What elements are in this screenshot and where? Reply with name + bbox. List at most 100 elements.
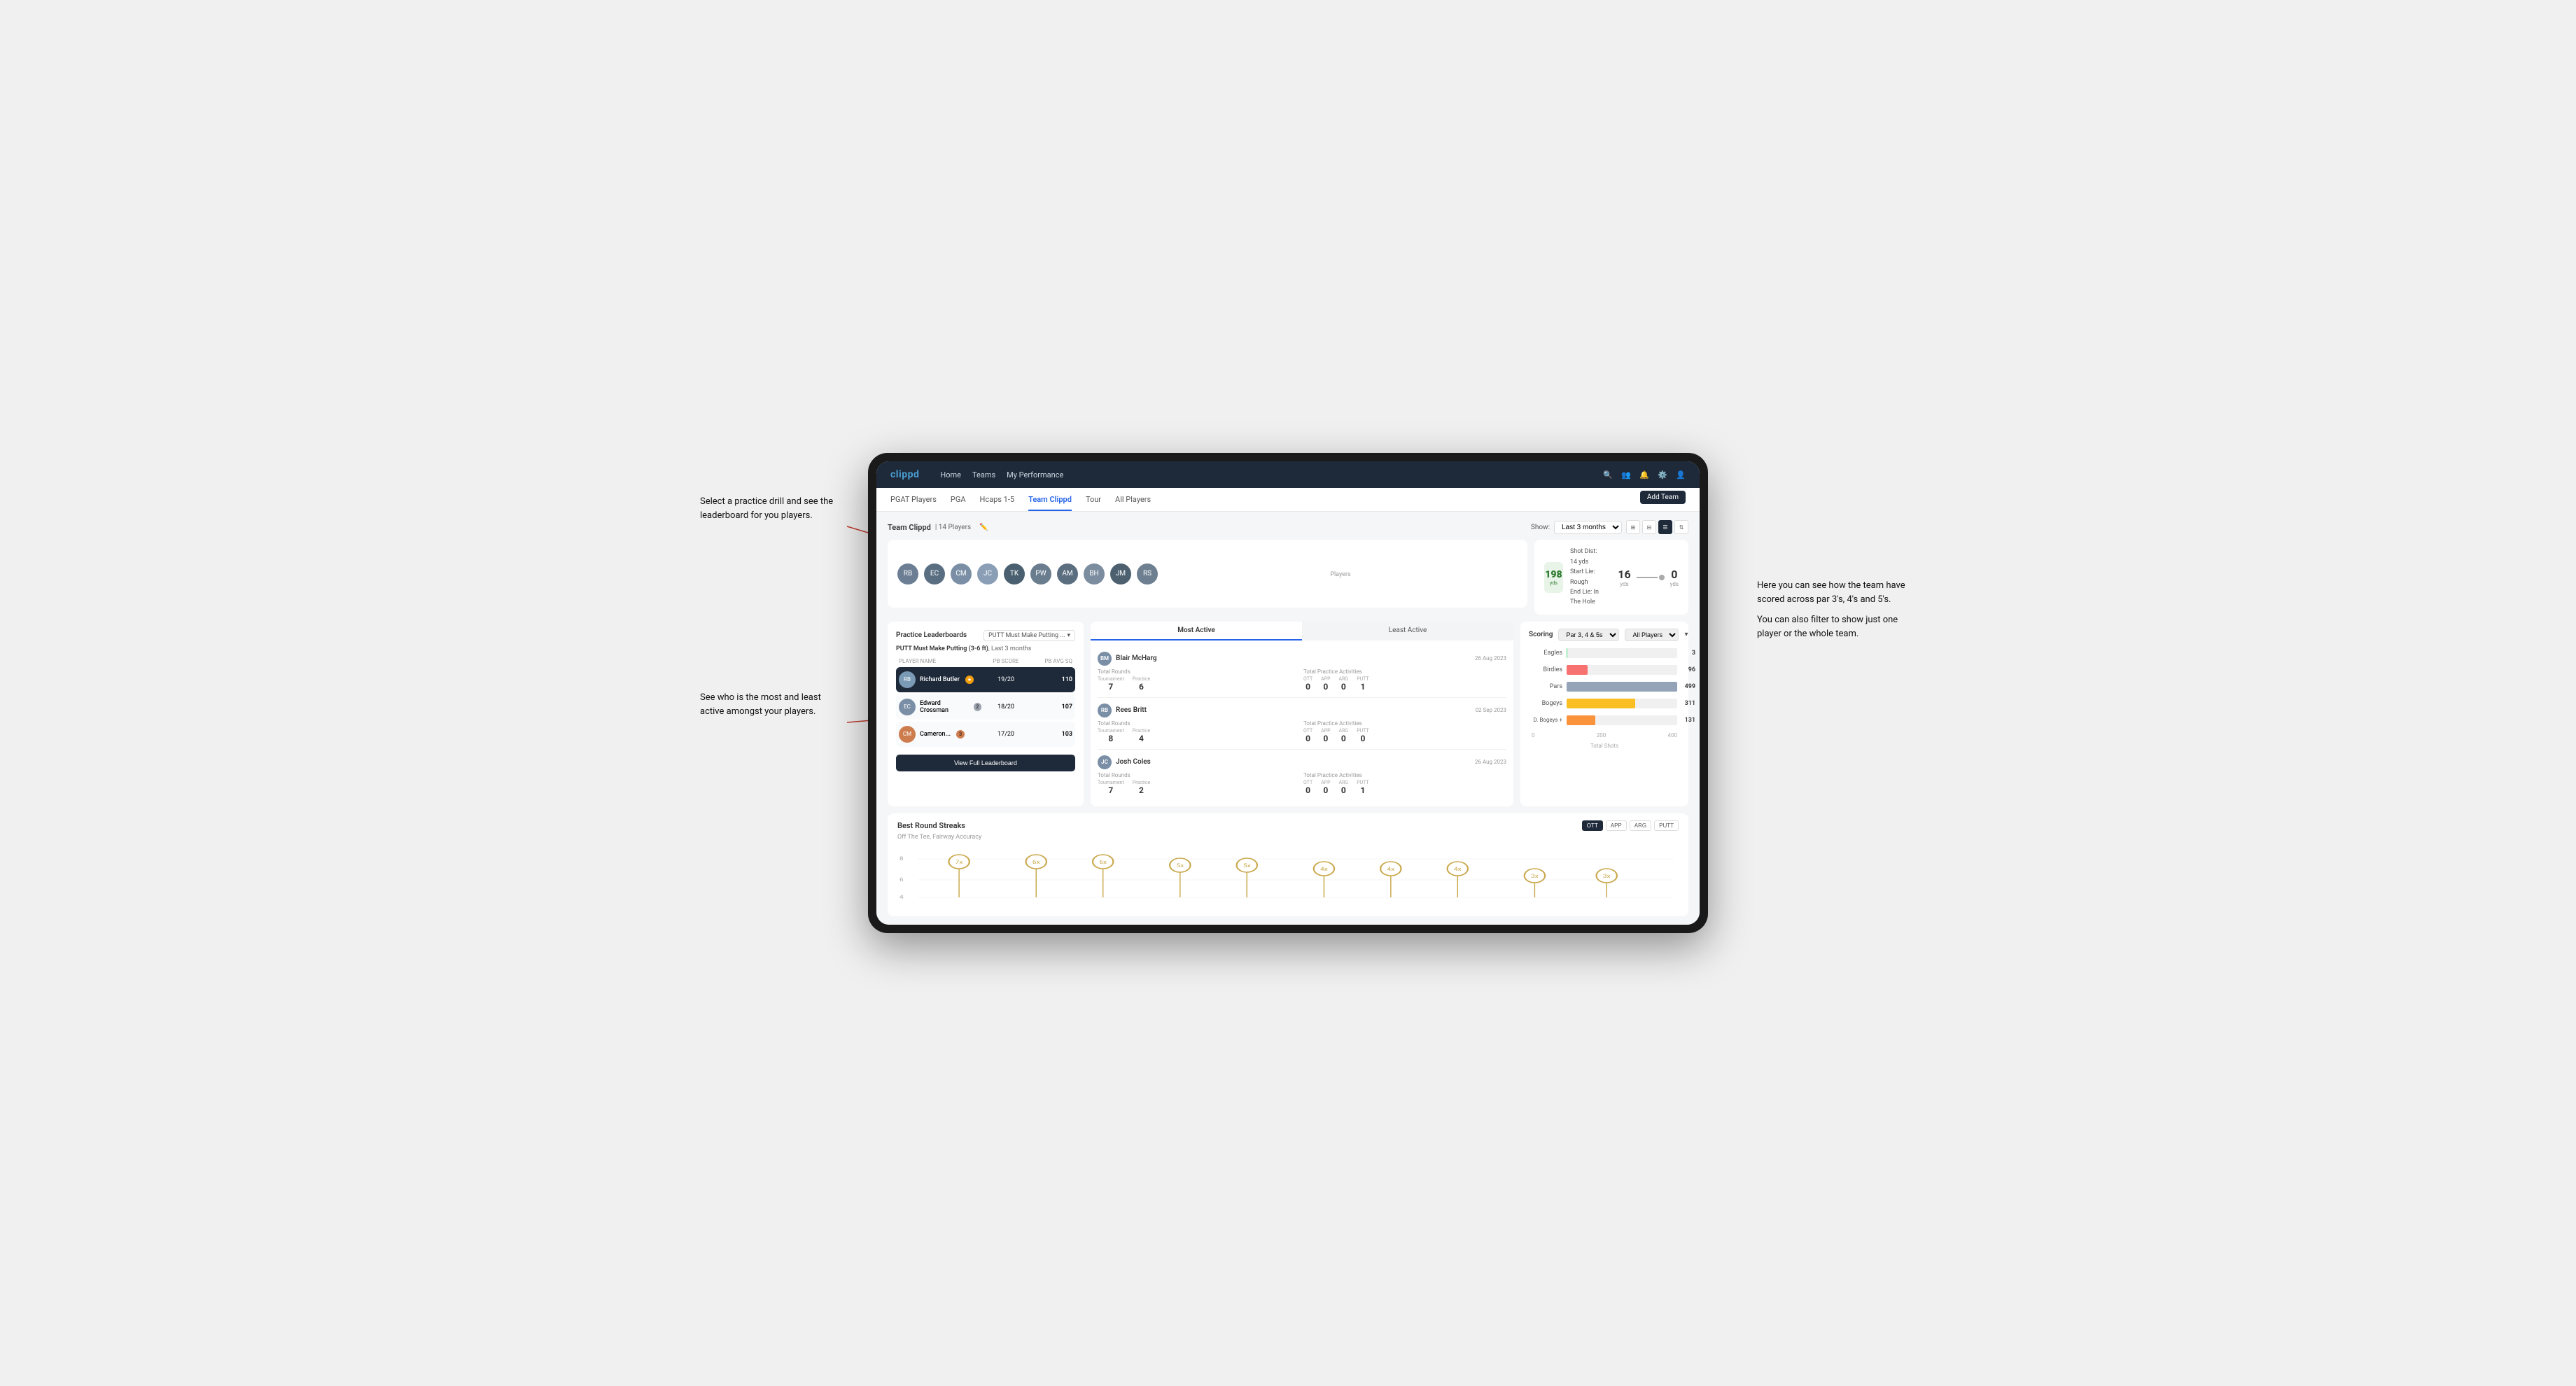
lb-player-2: EC Edward Crossman 2 [899, 699, 981, 715]
view-grid-sm[interactable]: ⊞ [1626, 520, 1640, 534]
bell-icon[interactable]: 🔔 [1639, 470, 1649, 479]
pa-practice-activities-3: Total Practice Activities OTT 0 APP [1303, 772, 1506, 795]
streaks-section: Best Round Streaks OTT APP ARG PUTT Off … [888, 813, 1688, 916]
scoring-panel: Scoring Par 3, 4 & 5s Par 3s Par 4s Par … [1520, 622, 1688, 806]
pa-player-3: JC Josh Coles [1098, 755, 1151, 769]
tab-tour[interactable]: Tour [1086, 495, 1101, 511]
players-label: Players [1163, 571, 1518, 578]
pa-avatar-2: RB [1098, 704, 1112, 718]
players-row: RB EC CM JC TK PW AM BH JM RS Players [888, 540, 1527, 607]
scoring-footer: Total Shots [1529, 743, 1680, 749]
player-activity-1: BM Blair McHarg 26 Aug 2023 Total Rounds [1098, 646, 1506, 698]
view-grid-lg[interactable]: ⊟ [1642, 520, 1656, 534]
scoring-filter-expand[interactable]: ▾ [1684, 631, 1688, 638]
bar-axis: 0200400 [1532, 732, 1677, 738]
main-content: Team Clippd | 14 Players ✏️ Show: Last 3… [876, 512, 1700, 924]
pa-tournament-2: Tournament 8 [1098, 728, 1124, 743]
pa-tournament-3: Tournament 7 [1098, 780, 1124, 795]
scoring-bar-chart: Eagles 3 Birdies [1529, 648, 1680, 738]
pa-total-rounds-1: Total Rounds Tournament 7 Practice [1098, 668, 1301, 692]
yds-right-label: yds [1670, 581, 1679, 587]
pa-stats-1: Total Rounds Tournament 7 Practice [1098, 668, 1506, 692]
tab-pga[interactable]: PGA [951, 495, 966, 511]
pa-arg-1: ARG 0 [1339, 676, 1349, 692]
pa-player-1: BM Blair McHarg [1098, 652, 1157, 666]
tab-pgat-players[interactable]: PGAT Players [890, 495, 937, 511]
view-filter[interactable]: ⇅ [1674, 520, 1688, 534]
pa-total-rounds-2: Total Rounds Tournament 8 Practice [1098, 720, 1301, 743]
pa-ott-1: OTT 0 [1303, 676, 1312, 692]
pa-practice-3: Practice 2 [1133, 780, 1151, 795]
nav-home[interactable]: Home [940, 468, 961, 482]
svg-text:4x: 4x [1320, 867, 1329, 872]
lb-player-1: RB Richard Butler ★ [899, 671, 981, 688]
nav-bar: clippd Home Teams My Performance 🔍 👥 🔔 ⚙… [876, 461, 1700, 488]
player-activity-3: JC Josh Coles 26 Aug 2023 Total Rounds [1098, 750, 1506, 801]
app-logo: clippd [890, 469, 919, 480]
avatar[interactable]: JM [1110, 564, 1131, 584]
medal-gold: ★ [965, 676, 974, 684]
streaks-filters: OTT APP ARG PUTT [1582, 820, 1679, 831]
filter-app[interactable]: APP [1606, 820, 1627, 831]
nav-performance[interactable]: My Performance [1007, 468, 1063, 482]
bar-fill-bogeys [1567, 699, 1635, 708]
pa-arg-2: ARG 0 [1339, 728, 1349, 743]
bar-dbogeys: D. Bogeys + 131 [1532, 715, 1677, 725]
avatar[interactable]: CM [951, 564, 972, 584]
pa-header-2: RB Rees Britt 02 Sep 2023 [1098, 704, 1506, 718]
svg-text:5x: 5x [1243, 863, 1252, 869]
tab-least-active[interactable]: Least Active [1302, 622, 1513, 640]
show-label: Show: [1531, 524, 1550, 531]
player-filter-dropdown[interactable]: All Players [1625, 629, 1679, 641]
settings-icon[interactable]: ⚙️ [1658, 470, 1667, 479]
lb-col-headers: PLAYER NAME PB SCORE PB AVG SQ [896, 658, 1075, 664]
view-full-leaderboard-button[interactable]: View Full Leaderboard [896, 755, 1075, 771]
avatar[interactable]: BH [1084, 564, 1105, 584]
show-dropdown[interactable]: Last 3 months Last 6 months Last year [1554, 521, 1622, 534]
tab-hcaps[interactable]: Hcaps 1-5 [980, 495, 1015, 511]
scoring-header: Scoring Par 3, 4 & 5s Par 3s Par 4s Par … [1529, 629, 1680, 641]
avatar[interactable]: RS [1137, 564, 1158, 584]
tab-most-active[interactable]: Most Active [1091, 622, 1302, 640]
pa-player-2: RB Rees Britt [1098, 704, 1147, 718]
avatar[interactable]: AM [1057, 564, 1078, 584]
pa-date-2: 02 Sep 2023 [1476, 707, 1506, 713]
svg-text:4: 4 [899, 895, 904, 900]
practice-lb-header: Practice Leaderboards PUTT Must Make Put… [896, 630, 1075, 641]
bar-fill-dbogeys [1567, 715, 1595, 725]
search-icon[interactable]: 🔍 [1603, 470, 1613, 479]
pa-stats-2: Total Rounds Tournament 8 Practice [1098, 720, 1506, 743]
filter-putt[interactable]: PUTT [1654, 820, 1679, 831]
yds-left-label: yds [1618, 581, 1630, 587]
yds-right: 0 [1670, 568, 1679, 581]
view-list[interactable]: ☰ [1658, 520, 1672, 534]
bar-fill-pars [1567, 682, 1677, 692]
filter-ott[interactable]: OTT [1582, 820, 1603, 831]
pa-putt-2: PUTT 0 [1357, 728, 1368, 743]
activity-tabs: Most Active Least Active [1091, 622, 1513, 640]
pa-avatar-3: JC [1098, 755, 1112, 769]
streaks-title: Best Round Streaks [897, 821, 965, 830]
nav-teams[interactable]: Teams [972, 468, 995, 482]
add-team-button[interactable]: Add Team [1640, 491, 1686, 504]
par-filter-dropdown[interactable]: Par 3, 4 & 5s Par 3s Par 4s Par 5s [1558, 629, 1619, 641]
avatar[interactable]: PW [1030, 564, 1051, 584]
svg-text:4x: 4x [1387, 867, 1395, 872]
edit-icon[interactable]: ✏️ [979, 524, 988, 531]
yds-left: 16 [1618, 568, 1630, 581]
avatar[interactable]: EC [924, 564, 945, 584]
users-icon[interactable]: 👥 [1621, 470, 1631, 479]
tab-all-players[interactable]: All Players [1115, 495, 1151, 511]
player-activity-2: RB Rees Britt 02 Sep 2023 Total Rounds [1098, 698, 1506, 750]
svg-text:8: 8 [899, 856, 904, 862]
avatar[interactable]: TK [1004, 564, 1025, 584]
avatar[interactable]: RB [897, 564, 918, 584]
pa-header-3: JC Josh Coles 26 Aug 2023 [1098, 755, 1506, 769]
avatar[interactable]: JC [977, 564, 998, 584]
shot-details: Shot Dist: 14 yds Start Lie: Rough End L… [1570, 547, 1604, 607]
practice-drill-dropdown[interactable]: PUTT Must Make Putting ... ▾ [983, 630, 1075, 641]
team-title: Team Clippd [888, 523, 931, 532]
tab-team-clippd[interactable]: Team Clippd [1028, 495, 1072, 511]
user-icon[interactable]: 👤 [1676, 470, 1686, 479]
filter-arg[interactable]: ARG [1630, 820, 1651, 831]
